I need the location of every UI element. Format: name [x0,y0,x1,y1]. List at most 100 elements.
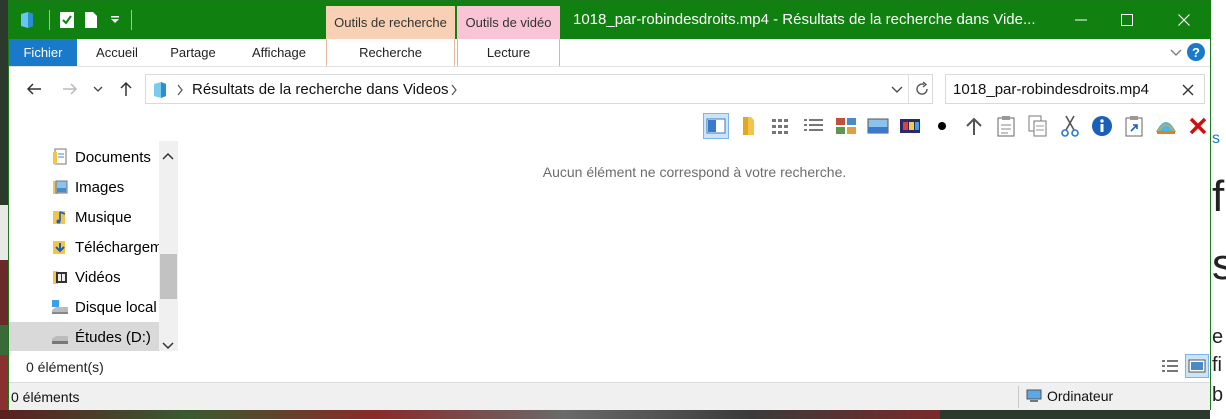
title-bar: Outils de recherche Outils de vidéo 1018… [9,1,1210,39]
forward-button[interactable] [59,78,81,100]
quick-access-divider [49,10,50,30]
downloads-icon [53,241,65,254]
properties-icon[interactable] [57,9,77,31]
new-folder-icon[interactable] [81,9,101,31]
paste-shortcut-icon[interactable] [1121,113,1147,139]
dot-icon[interactable] [929,113,955,139]
video-tools-context-tab: Outils de vidéo [457,6,560,39]
nav-item-downloads[interactable]: Téléchargements [9,232,159,262]
tab-partage[interactable]: Partage [157,39,229,66]
nav-item-images[interactable]: Images [9,172,159,202]
status-item-count: 0 éléments [11,389,80,405]
delete-icon[interactable] [1185,113,1211,139]
preview-pane-icon[interactable] [703,113,729,139]
search-results-icon [152,81,168,99]
scissors-icon[interactable] [1057,113,1083,139]
music-icon [53,211,66,224]
tab-lecture[interactable]: Lecture [457,39,560,66]
up-arrow-icon[interactable] [961,113,987,139]
recent-locations-button[interactable] [91,78,105,100]
list-view-icon[interactable] [801,113,827,139]
nav-item-local-disk[interactable]: Disque local (C:) [9,292,159,322]
documents-icon [53,148,67,165]
nav-item-label: Vidéos [75,268,121,286]
back-arrow-icon [26,83,41,95]
breadcrumb-separator-icon[interactable] [176,83,184,99]
scrollbar-thumb[interactable] [160,254,177,299]
large-icons-layout-button[interactable] [1185,354,1209,378]
breadcrumb[interactable]: Résultats de la recherche dans Videos [192,81,449,98]
drive-icon [52,336,68,344]
status-zone: Ordinateur [1025,388,1113,404]
refresh-icon [916,81,928,95]
chevron-down-icon [93,86,103,92]
customize-toolbar-icon[interactable] [105,9,125,31]
background-text: f [1212,172,1225,221]
background-taskbar-strip [0,410,940,419]
item-count: 0 élément(s) [26,359,104,375]
search-query[interactable]: 1018_par-robindesdroits.mp4 [953,81,1149,98]
nav-item-label: Documents [75,148,151,166]
chevron-up-icon [162,152,174,160]
address-history-button[interactable] [890,83,904,99]
status-divider [1018,386,1019,408]
nav-item-label: Téléchargements [75,238,159,256]
nav-item-label: Images [75,178,125,196]
maximize-icon [1121,14,1133,26]
computer-icon [1026,389,1042,402]
address-bar[interactable]: Résultats de la recherche dans Videos [145,74,933,104]
up-button[interactable] [115,78,137,100]
scroll-up-button[interactable] [162,147,174,163]
minimize-icon [1075,19,1087,21]
file-explorer-window: Outils de recherche Outils de vidéo 1018… [8,0,1211,410]
copy-icon[interactable] [1025,113,1051,139]
chevron-down-icon [891,86,903,93]
forward-arrow-icon [63,83,78,95]
background-window-right: s f s e fi b [1210,0,1226,419]
tab-affichage[interactable]: Affichage [237,39,321,66]
search-input[interactable]: 1018_par-robindesdroits.mp4 [945,74,1205,104]
tab-fichier[interactable]: Fichier [9,39,77,66]
folder-icon[interactable] [735,113,761,139]
clear-search-button[interactable] [1182,83,1194,99]
close-icon [1182,84,1194,96]
nav-item-label: Disque local (C:) [75,298,159,316]
navigation-bar: Résultats de la recherche dans Videos 10… [9,67,1210,111]
nav-item-drive-d[interactable]: Études (D:) [9,322,159,352]
nav-item-videos[interactable]: Vidéos [9,262,159,292]
help-button[interactable]: ? [1187,43,1205,61]
pictures-icon [53,180,68,194]
videos-icon [53,271,67,284]
nav-pane-scrollbar[interactable] [159,141,178,351]
nav-item-music[interactable]: Musique [9,202,159,232]
tab-accueil[interactable]: Accueil [81,39,153,66]
address-divider [908,75,909,103]
ribbon-tabs: Fichier Accueil Partage Affichage Recher… [9,39,1210,67]
thumbnails-icon[interactable] [833,113,859,139]
landscape-image-icon[interactable] [865,113,891,139]
expand-ribbon-button[interactable] [1169,45,1183,59]
refresh-button[interactable] [914,81,930,100]
details-layout-button[interactable] [1158,354,1182,378]
info-icon[interactable] [1089,113,1115,139]
nav-item-label: Études (D:) [75,328,151,346]
minimize-button[interactable] [1058,1,1104,39]
quick-access-divider [131,10,132,30]
background-text: b [1212,384,1224,406]
shell-icon[interactable] [1153,113,1179,139]
tab-recherche[interactable]: Recherche [326,39,455,66]
breadcrumb-separator-icon[interactable] [450,83,458,99]
maximize-button[interactable] [1104,1,1150,39]
background-text: s [1212,240,1226,289]
details-view-icon[interactable] [769,113,795,139]
details-view-icon [1162,360,1178,372]
custom-toolbar [9,111,1210,141]
background-text: e [1212,326,1224,348]
back-button[interactable] [23,78,45,100]
nav-item-documents[interactable]: Documents [9,142,159,172]
film-strip-icon[interactable] [897,113,923,139]
explorer-app-icon[interactable] [17,9,37,31]
file-list-area[interactable]: Aucun élément ne correspond à votre rech… [179,141,1210,351]
clipboard-icon[interactable] [993,113,1019,139]
close-button[interactable] [1161,1,1207,39]
